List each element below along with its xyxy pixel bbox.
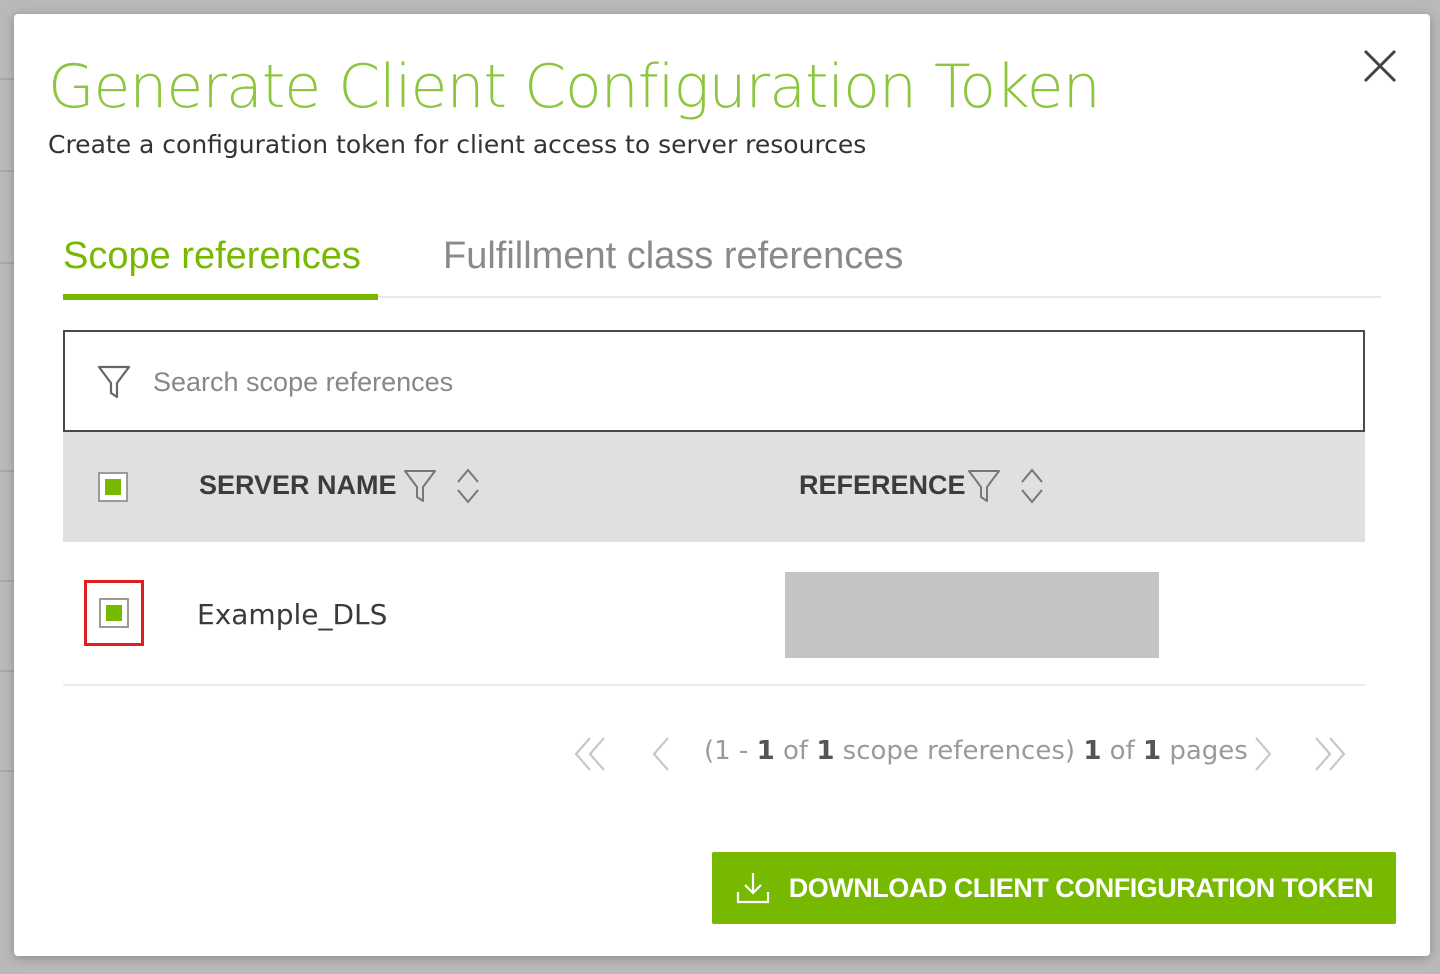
filter-icon [97, 365, 131, 399]
page-count: 1 [1143, 736, 1162, 766]
select-all-checkbox[interactable] [98, 472, 128, 502]
search-input[interactable] [153, 360, 1303, 404]
range-start: 1 [714, 736, 731, 766]
last-page-icon[interactable] [1310, 734, 1350, 774]
total-count: 1 [816, 736, 835, 766]
pagination-summary: (1 - 1 of 1 scope references) 1 of 1 pag… [704, 736, 1248, 766]
search-box [63, 330, 1365, 432]
tab-fulfillment-class-references[interactable]: Fulfillment class references [443, 232, 903, 298]
background-hint [0, 670, 14, 672]
download-token-label: DOWNLOAD CLIENT CONFIGURATION TOKEN [788, 872, 1374, 903]
column-header-server-name: SERVER NAME [199, 470, 397, 500]
row-checkbox-highlight [84, 580, 144, 646]
background-hint [0, 770, 14, 772]
pages-label: pages [1169, 736, 1248, 766]
tab-bar: Scope references Fulfillment class refer… [63, 232, 1381, 300]
sort-icon[interactable] [455, 466, 481, 506]
item-label: scope references [842, 736, 1065, 766]
server-name-cell: Example_DLS [197, 598, 388, 631]
download-icon [736, 873, 769, 904]
sort-icon[interactable] [1019, 466, 1045, 506]
background-hint [0, 470, 14, 472]
close-button[interactable] [1360, 46, 1400, 86]
close-icon [1363, 49, 1397, 83]
filter-icon[interactable] [967, 468, 1001, 504]
modal-subtitle: Create a configuration token for client … [48, 130, 867, 159]
background-hint [0, 78, 14, 80]
column-header-reference: REFERENCE [799, 470, 966, 500]
table-row: Example_DLS [63, 542, 1365, 686]
download-token-button[interactable]: DOWNLOAD CLIENT CONFIGURATION TOKEN [712, 852, 1396, 924]
generate-token-modal: Generate Client Configuration Token Crea… [14, 14, 1430, 956]
background-hint [0, 580, 14, 582]
next-page-icon[interactable] [1242, 734, 1282, 774]
reference-cell-redacted [785, 572, 1159, 658]
filter-icon[interactable] [403, 468, 437, 504]
tab-scope-references[interactable]: Scope references [63, 232, 378, 300]
table-header: SERVER NAME REFERENCE [63, 432, 1365, 542]
prev-page-icon[interactable] [642, 734, 682, 774]
current-page: 1 [1083, 736, 1102, 766]
background-hint [0, 170, 14, 172]
first-page-icon[interactable] [570, 734, 610, 774]
range-end: 1 [756, 736, 775, 766]
background-hint [0, 262, 14, 264]
row-checkbox[interactable] [99, 598, 129, 628]
modal-title: Generate Client Configuration Token [48, 52, 1101, 122]
